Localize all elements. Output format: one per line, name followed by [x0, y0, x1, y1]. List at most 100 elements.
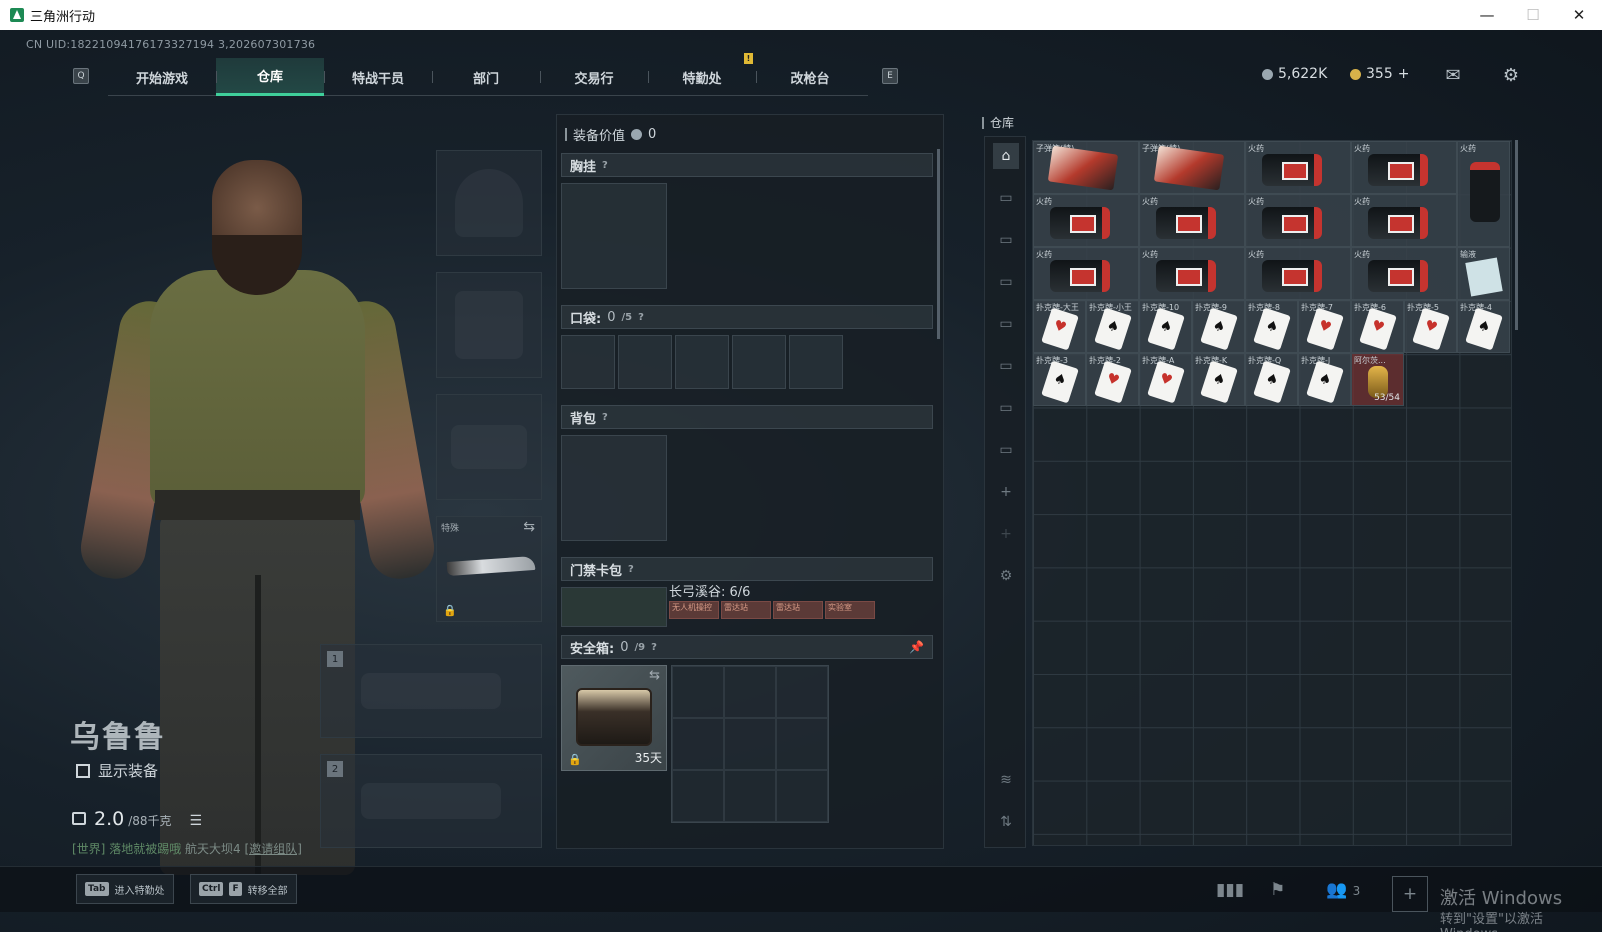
loadout-scrollbar[interactable]: [937, 149, 940, 339]
pin-icon[interactable]: 📌: [909, 640, 924, 654]
safebox-item[interactable]: ⇆ 🔒 35天: [561, 665, 667, 771]
stash-item[interactable]: 扑克牌-2: [1086, 353, 1139, 406]
minimize-button[interactable]: —: [1464, 0, 1510, 30]
tab-operators[interactable]: 特战干员: [324, 58, 432, 96]
access-card[interactable]: 雷达站: [721, 601, 771, 619]
chat-invite-link[interactable]: [邀请组队]: [245, 842, 302, 856]
swap-icon[interactable]: ⇆: [523, 519, 535, 535]
stash-item[interactable]: 火药: [1245, 141, 1351, 194]
stash-grid[interactable]: 子弹箱(特) 子弹箱(特) 火药 火药 火药 火药 火药 火药 火药 火药 火药…: [1032, 140, 1512, 846]
transfer-all-button[interactable]: Ctrl F 转移全部: [190, 874, 297, 904]
stash-item[interactable]: 阿尔茨... 53/54: [1351, 353, 1404, 406]
add-page-icon[interactable]: +: [993, 479, 1019, 505]
invite-add-icon[interactable]: +: [1392, 876, 1428, 912]
stash-item[interactable]: 子弹箱(特): [1139, 141, 1245, 194]
stash-item[interactable]: 扑克牌-8: [1245, 300, 1298, 353]
stash-item[interactable]: 火药: [1351, 141, 1457, 194]
stash-item[interactable]: 扑克牌-J: [1298, 353, 1351, 406]
access-card[interactable]: 实验室: [825, 601, 875, 619]
stash-item[interactable]: 扑克牌-A: [1139, 353, 1192, 406]
nav-next-key[interactable]: E: [882, 68, 898, 84]
help-icon[interactable]: ?: [651, 642, 657, 653]
tab-trade[interactable]: 交易行: [540, 58, 648, 96]
primary-weapon-slot-2[interactable]: 2: [320, 754, 542, 848]
pocket-slot[interactable]: [675, 335, 729, 389]
pocket-slot[interactable]: [732, 335, 786, 389]
stash-item[interactable]: 扑克牌-9: [1192, 300, 1245, 353]
stash-item[interactable]: 火药: [1033, 194, 1139, 247]
nav-prev-key[interactable]: Q: [73, 68, 89, 84]
stash-scrollbar[interactable]: [1515, 140, 1518, 330]
stash-item[interactable]: 扑克牌-3: [1033, 353, 1086, 406]
access-card[interactable]: 雷达站: [773, 601, 823, 619]
tab-special-ops[interactable]: 特勤处: [648, 58, 756, 96]
stash-item[interactable]: 火药: [1139, 194, 1245, 247]
tab-department[interactable]: 部门: [432, 58, 540, 96]
close-button[interactable]: ✕: [1556, 0, 1602, 30]
stash-item[interactable]: 火药: [1457, 141, 1510, 247]
stash-item[interactable]: 扑克牌-5: [1404, 300, 1457, 353]
stash-item[interactable]: 子弹箱(特): [1033, 141, 1139, 194]
stash-page-icon[interactable]: ▭: [993, 311, 1019, 337]
help-icon[interactable]: ?: [638, 312, 644, 323]
stash-item[interactable]: 扑克牌-4: [1457, 300, 1510, 353]
stash-item[interactable]: 火药: [1245, 247, 1351, 300]
enter-special-ops-button[interactable]: Tab 进入特勤处: [76, 874, 174, 904]
keycard-slot[interactable]: [561, 587, 667, 627]
stash-item[interactable]: 火药: [1245, 194, 1351, 247]
coin-balance[interactable]: 5,622K: [1262, 66, 1327, 82]
stash-item[interactable]: 输液: [1457, 247, 1510, 300]
add-gold-button[interactable]: +: [1398, 66, 1410, 82]
tab-start-game[interactable]: 开始游戏: [108, 58, 216, 96]
stash-page-icon[interactable]: ▭: [993, 269, 1019, 295]
stash-page-icon[interactable]: ▭: [993, 227, 1019, 253]
stash-item[interactable]: 扑克牌-K: [1192, 353, 1245, 406]
pocket-slot[interactable]: [618, 335, 672, 389]
show-gear-toggle[interactable]: 显示装备: [76, 760, 158, 781]
chest-rig-slot[interactable]: [561, 183, 667, 289]
pistol-slot[interactable]: [436, 394, 542, 500]
melee-slot[interactable]: 特殊 ⇆ 🔒: [436, 516, 542, 622]
stash-item[interactable]: 扑克牌-10: [1139, 300, 1192, 353]
stash-item[interactable]: 扑克牌-7: [1298, 300, 1351, 353]
access-card[interactable]: 无人机操控: [669, 601, 719, 619]
stash-item[interactable]: 扑克牌-大王: [1033, 300, 1086, 353]
list-icon[interactable]: ☰: [190, 813, 203, 829]
safebox-grid[interactable]: [671, 665, 829, 823]
armor-slot[interactable]: [436, 272, 542, 378]
pocket-slot[interactable]: [561, 335, 615, 389]
sort-icon[interactable]: ⇅: [993, 809, 1019, 835]
stash-page-icon[interactable]: ▭: [993, 185, 1019, 211]
show-gear-checkbox[interactable]: [76, 763, 90, 778]
stash-item[interactable]: 扑克牌-Q: [1245, 353, 1298, 406]
primary-weapon-slot-1[interactable]: 1: [320, 644, 542, 738]
stash-item[interactable]: 火药: [1351, 194, 1457, 247]
chat-author[interactable]: 落地就被踢哦: [109, 842, 181, 856]
stash-page-all-icon[interactable]: ⌂: [993, 143, 1019, 169]
backpack-slot[interactable]: [561, 435, 667, 541]
tab-warehouse[interactable]: 仓库: [216, 58, 324, 96]
stash-page-icon[interactable]: ▭: [993, 395, 1019, 421]
maximize-button[interactable]: ☐: [1510, 0, 1556, 30]
swap-icon[interactable]: ⇆: [649, 668, 660, 683]
flag-icon[interactable]: ⚑: [1270, 880, 1285, 900]
stash-item[interactable]: 扑克牌-6: [1351, 300, 1404, 353]
pocket-slot[interactable]: [789, 335, 843, 389]
mail-icon[interactable]: ✉: [1442, 65, 1464, 86]
stash-item[interactable]: 火药: [1139, 247, 1245, 300]
help-icon[interactable]: ?: [602, 160, 608, 171]
tab-gunsmith[interactable]: 改枪台: [756, 58, 864, 96]
gold-balance[interactable]: 355 +: [1350, 66, 1409, 82]
stash-item[interactable]: 火药: [1033, 247, 1139, 300]
layers-icon[interactable]: ≋: [993, 767, 1019, 793]
stash-settings-icon[interactable]: ⚙: [993, 563, 1019, 589]
help-icon[interactable]: ?: [628, 564, 634, 575]
stash-page-icon[interactable]: ▭: [993, 437, 1019, 463]
gear-icon[interactable]: ⚙: [1500, 65, 1522, 86]
stash-item[interactable]: 扑克牌-小王: [1086, 300, 1139, 353]
stash-page-icon[interactable]: ▭: [993, 353, 1019, 379]
stats-icon[interactable]: ▮▮▮: [1216, 880, 1244, 900]
help-icon[interactable]: ?: [602, 412, 608, 423]
helmet-slot[interactable]: [436, 150, 542, 256]
stash-item[interactable]: 火药: [1351, 247, 1457, 300]
